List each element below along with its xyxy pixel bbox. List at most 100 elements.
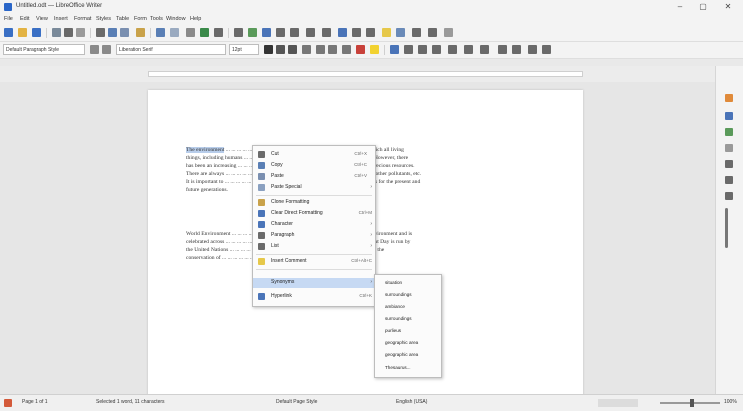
menu-item-hyperlink[interactable]: Hyperlink Ctrl+K — [253, 292, 375, 302]
decrease-indent-icon[interactable] — [512, 45, 521, 54]
subscript-icon[interactable] — [328, 45, 337, 54]
special-character-icon[interactable] — [322, 28, 331, 37]
align-left-icon[interactable] — [390, 45, 399, 54]
strikethrough-icon[interactable] — [302, 45, 311, 54]
word-count[interactable]: Selected 1 word, 11 characters — [96, 399, 165, 405]
menu-table[interactable]: Table — [116, 16, 129, 22]
menu-item-cut[interactable]: Cut Ctrl+X — [253, 150, 375, 160]
align-right-icon[interactable] — [418, 45, 427, 54]
menu-item-insert-comment[interactable]: Insert Comment Ctrl+Alt+C — [253, 257, 375, 267]
page-count[interactable]: Page 1 of 1 — [22, 399, 48, 405]
new-document-icon[interactable] — [4, 28, 13, 37]
menu-item-paste[interactable]: Paste Ctrl+V — [253, 172, 375, 182]
footnote-icon[interactable] — [352, 28, 361, 37]
insert-image-icon[interactable] — [248, 28, 257, 37]
synonym-item[interactable]: ambiance — [385, 304, 405, 309]
print-preview-icon[interactable] — [76, 28, 85, 37]
undo-icon[interactable] — [156, 28, 165, 37]
menu-insert[interactable]: Insert — [54, 16, 68, 22]
menu-item-paste-special[interactable]: Paste Special › — [253, 183, 375, 193]
navigator-icon[interactable] — [725, 160, 733, 168]
find-replace-icon[interactable] — [186, 28, 195, 37]
synonym-item[interactable]: situation — [385, 280, 402, 285]
numbering-icon[interactable] — [464, 45, 473, 54]
outline-icon[interactable] — [480, 45, 489, 54]
selected-word[interactable]: The environment — [186, 147, 225, 153]
menu-help[interactable]: Help — [190, 16, 201, 22]
zoom-slider-handle[interactable] — [690, 399, 694, 407]
menu-styles[interactable]: Styles — [96, 16, 111, 22]
formatting-marks-icon[interactable] — [214, 28, 223, 37]
menu-item-clear-direct-formatting[interactable]: Clear Direct Formatting Ctrl+M — [253, 209, 375, 219]
spelling-icon[interactable] — [200, 28, 209, 37]
manage-changes-icon[interactable] — [725, 176, 733, 184]
design-icon[interactable] — [725, 192, 733, 200]
menu-item-character[interactable]: Character › — [253, 220, 375, 230]
maximize-button[interactable]: ▢ — [693, 1, 713, 13]
comment-icon[interactable] — [382, 28, 391, 37]
menu-format[interactable]: Format — [74, 16, 91, 22]
copy-icon[interactable] — [108, 28, 117, 37]
line-spacing-icon[interactable] — [528, 45, 537, 54]
justify-icon[interactable] — [432, 45, 441, 54]
horizontal-ruler[interactable] — [0, 66, 715, 83]
draw-functions-icon[interactable] — [444, 28, 453, 37]
synonym-item[interactable]: surroundings — [385, 316, 412, 321]
synonym-item[interactable]: surroundings — [385, 292, 412, 297]
bullets-icon[interactable] — [448, 45, 457, 54]
print-icon[interactable] — [64, 28, 73, 37]
paragraph-spacing-icon[interactable] — [542, 45, 551, 54]
view-layout-buttons[interactable] — [598, 399, 638, 407]
gallery-icon[interactable] — [725, 144, 733, 152]
synonym-item[interactable]: geographic area — [385, 340, 418, 345]
superscript-icon[interactable] — [316, 45, 325, 54]
menu-view[interactable]: View — [36, 16, 48, 22]
insert-chart-icon[interactable] — [262, 28, 271, 37]
page-style[interactable]: Default Page Style — [276, 399, 317, 405]
page-icon[interactable] — [725, 112, 733, 120]
vertical-scrollbar-thumb[interactable] — [725, 208, 728, 248]
paste-icon[interactable] — [120, 28, 129, 37]
font-color-icon[interactable] — [356, 45, 365, 54]
align-center-icon[interactable] — [404, 45, 413, 54]
close-button[interactable]: ✕ — [718, 1, 738, 13]
language[interactable]: English (USA) — [396, 399, 427, 405]
menu-item-copy[interactable]: Copy Ctrl+C — [253, 161, 375, 171]
update-style-icon[interactable] — [90, 45, 99, 54]
save-icon[interactable] — [32, 28, 41, 37]
basic-shapes-icon[interactable] — [428, 28, 437, 37]
font-name-select[interactable]: Liberation Serif — [116, 44, 226, 55]
increase-indent-icon[interactable] — [498, 45, 507, 54]
redo-icon[interactable] — [170, 28, 179, 37]
bold-icon[interactable] — [264, 45, 273, 54]
menu-file[interactable]: File — [4, 16, 13, 22]
italic-icon[interactable] — [276, 45, 285, 54]
synonym-item[interactable]: purlieus — [385, 328, 401, 333]
export-pdf-icon[interactable] — [52, 28, 61, 37]
menu-window[interactable]: Window — [166, 16, 186, 22]
hyperlink-icon[interactable] — [338, 28, 347, 37]
zoom-level[interactable]: 100% — [724, 399, 737, 405]
insert-field-icon[interactable] — [306, 28, 315, 37]
menu-form[interactable]: Form — [134, 16, 147, 22]
menu-item-clone-formatting[interactable]: Clone Formatting — [253, 198, 375, 208]
new-style-icon[interactable] — [102, 45, 111, 54]
open-folder-icon[interactable] — [18, 28, 27, 37]
menu-item-paragraph[interactable]: Paragraph › — [253, 231, 375, 241]
properties-icon[interactable] — [725, 94, 733, 102]
ruler-track[interactable] — [148, 71, 583, 77]
paragraph-style-select[interactable]: Default Paragraph Style — [3, 44, 85, 55]
menu-item-list[interactable]: List › — [253, 242, 375, 252]
cut-icon[interactable] — [96, 28, 105, 37]
menu-item-synonyms[interactable]: Synonyms › — [253, 278, 375, 288]
insert-table-icon[interactable] — [234, 28, 243, 37]
menu-tools[interactable]: Tools — [150, 16, 163, 22]
header-footer-icon[interactable] — [412, 28, 421, 37]
thesaurus-item[interactable]: Thesaurus... — [385, 365, 411, 370]
insert-page-break-icon[interactable] — [290, 28, 299, 37]
insert-textbox-icon[interactable] — [276, 28, 285, 37]
minimize-button[interactable]: – — [670, 1, 690, 13]
cross-reference-icon[interactable] — [366, 28, 375, 37]
clone-formatting-icon[interactable] — [136, 28, 145, 37]
styles-icon[interactable] — [725, 128, 733, 136]
